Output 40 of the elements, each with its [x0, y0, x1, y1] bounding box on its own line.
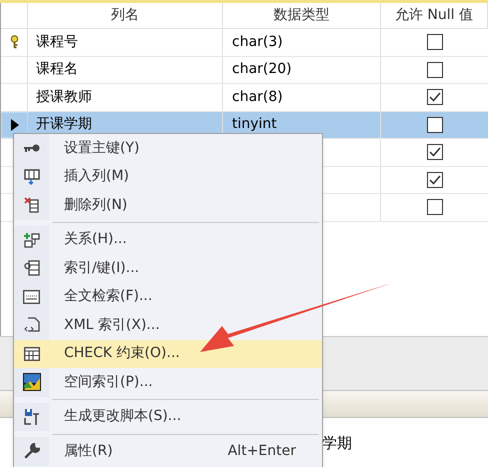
- insert-column-icon: [24, 168, 40, 185]
- table-cell-text: 课程名: [36, 60, 78, 80]
- checkbox[interactable]: [426, 172, 442, 188]
- menu-item[interactable]: 属性(R) Alt+Enter: [14, 437, 322, 466]
- menu-item[interactable]: 删除列(N): [14, 191, 322, 220]
- table-cell-text: 开课学期: [36, 115, 92, 134]
- table-cell-text: char(3): [232, 32, 283, 52]
- relationship-icon: [24, 232, 40, 248]
- checkbox[interactable]: [426, 144, 442, 160]
- menu-item[interactable]: 空间索引(P)...: [14, 368, 322, 396]
- table-cell-text: 授课教师: [36, 88, 92, 107]
- table-cell-text: char(20): [232, 60, 292, 80]
- checkbox[interactable]: [426, 89, 442, 106]
- label-text: 学期: [322, 436, 352, 451]
- picture-icon: [22, 373, 40, 392]
- table-cell-text: char(8): [232, 88, 283, 107]
- menu-item[interactable]: 插入列(M): [14, 162, 322, 191]
- menu-item[interactable]: 生成更改脚本(S)...: [14, 402, 322, 431]
- index-icon: [24, 260, 40, 276]
- table-icon: [24, 346, 40, 361]
- checkbox[interactable]: [426, 62, 442, 78]
- checkbox[interactable]: [426, 199, 442, 216]
- checkbox[interactable]: [426, 116, 442, 133]
- menu-item[interactable]: 全文检索(F)...: [14, 282, 322, 311]
- text-box-icon: [23, 290, 40, 304]
- menu-item[interactable]: 关系(H)...: [14, 226, 322, 254]
- document-icon: [24, 317, 40, 334]
- delete-column-icon: [24, 197, 40, 214]
- menu-item[interactable]: 索引/键(I)...: [14, 254, 322, 282]
- key-icon: [24, 143, 40, 154]
- column-header[interactable]: 允许 Null 值: [394, 5, 474, 26]
- table-cell-text: 课程号: [36, 32, 78, 52]
- wrench-icon: [24, 443, 40, 460]
- table-cell-text: tinyint: [232, 115, 277, 134]
- menu-item[interactable]: CHECK 约束(O)...: [14, 340, 322, 368]
- script-icon: [24, 408, 40, 426]
- column-header[interactable]: 数据类型: [274, 5, 330, 26]
- column-header[interactable]: 列名: [111, 5, 139, 26]
- menu-item[interactable]: XML 索引(X)...: [14, 311, 322, 340]
- checkbox[interactable]: [426, 34, 442, 50]
